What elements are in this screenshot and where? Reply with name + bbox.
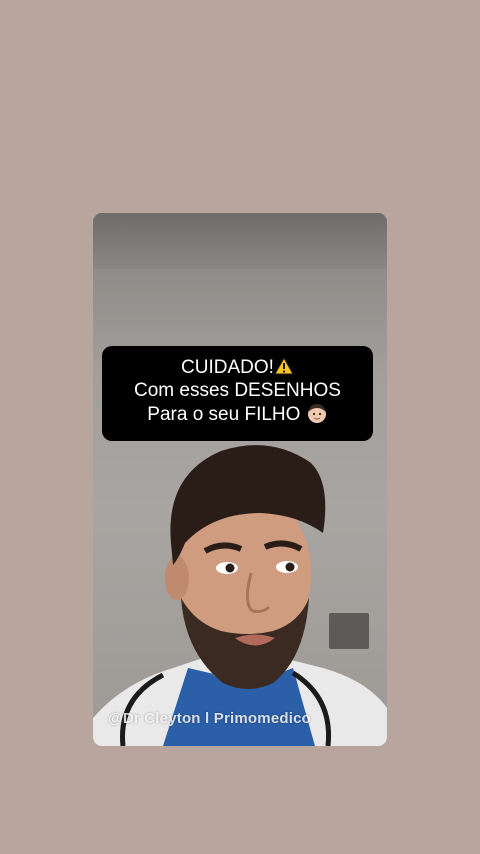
watermark-handle: @Dr Cleyton l Primomedico (108, 710, 311, 727)
caption-text-1: CUIDADO! (181, 357, 274, 378)
caption-line-3: Para o seu FILHO (102, 402, 373, 426)
man-face-emoji (307, 404, 326, 423)
caption-line-2: Com esses DESENHOS (134, 380, 341, 401)
warning-icon (274, 357, 294, 375)
caption-line-1: CUIDADO! (102, 356, 373, 379)
caption-text-3: Para o seu FILHO (147, 404, 301, 425)
video-frame[interactable] (93, 213, 387, 746)
doctor-illustration (93, 445, 387, 746)
caption-banner: CUIDADO! Com esses DESENHOS Para o seu F… (102, 346, 373, 441)
